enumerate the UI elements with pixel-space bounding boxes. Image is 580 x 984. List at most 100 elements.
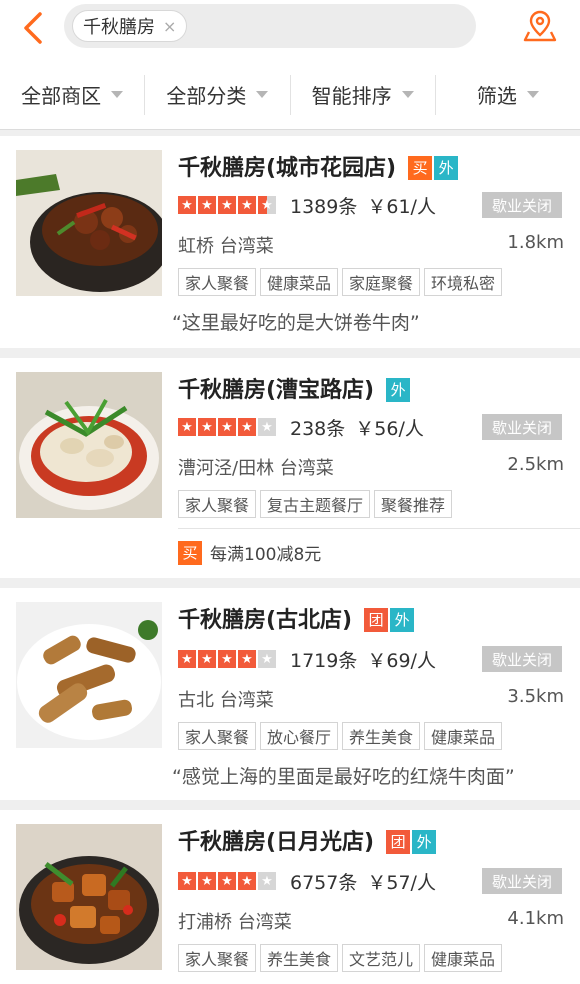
filter-area[interactable]: 全部商区 xyxy=(0,75,144,115)
restaurant-card[interactable]: 千秋膳房(古北店) 团外 ★ ★ ★ ★ ★ 1719条 ￥69/人 歇业关闭 古北 台湾… xyxy=(0,588,580,800)
search-tag[interactable]: 千秋膳房 × xyxy=(72,10,188,42)
distance: 3.5km xyxy=(507,686,564,707)
dish-photo xyxy=(16,150,162,296)
dish-photo xyxy=(16,372,162,518)
star-icon: ★ xyxy=(198,650,216,668)
avg-price: ￥61/人 xyxy=(367,195,436,218)
star-icon: ★ xyxy=(198,418,216,436)
takeout-badge: 外 xyxy=(386,377,411,402)
star-rating: ★ ★ ★ ★ ★ xyxy=(178,650,278,668)
tag-chip[interactable]: 家人聚餐 xyxy=(178,490,257,518)
restaurant-name[interactable]: 千秋膳房(古北店) 团外 xyxy=(178,602,415,634)
star-rating: ★ ★ ★ ★ ★ xyxy=(178,872,278,890)
star-half-icon: ★ xyxy=(258,196,276,214)
avg-price: ￥57/人 xyxy=(367,871,436,894)
clear-tag-icon[interactable]: × xyxy=(163,17,176,36)
tag-list: 家人聚餐 放心餐厅 养生美食 健康菜品 xyxy=(178,722,506,750)
star-icon: ★ xyxy=(178,650,196,668)
status-badge: 歇业关闭 xyxy=(482,646,562,672)
chevron-down-icon xyxy=(256,91,269,98)
area-cuisine: 虹桥 台湾菜 xyxy=(178,236,274,257)
star-icon: ★ xyxy=(238,872,256,890)
chevron-down-icon xyxy=(401,91,414,98)
promo-row[interactable]: 买 每满100减8元 xyxy=(178,540,321,565)
filter-sort[interactable]: 智能排序 xyxy=(289,74,435,115)
avg-price: ￥69/人 xyxy=(367,649,436,672)
filter-category[interactable]: 全部分类 xyxy=(144,74,289,115)
search-box[interactable]: 千秋膳房 × xyxy=(64,4,476,48)
star-icon: ★ xyxy=(178,872,196,890)
tag-chip[interactable]: 健康菜品 xyxy=(424,722,503,750)
tag-chip[interactable]: 家庭聚餐 xyxy=(342,268,421,296)
star-icon: ★ xyxy=(178,196,196,214)
restaurant-card[interactable]: 千秋膳房(漕宝路店) 外 ★ ★ ★ ★ ★ 238条 ￥56/人 歇业关闭 漕河泾/田林… xyxy=(0,358,580,578)
status-badge: 歇业关闭 xyxy=(482,192,562,218)
star-icon: ★ xyxy=(198,872,216,890)
distance: 1.8km xyxy=(507,232,564,253)
rating-row: ★ ★ ★ ★ ★ 238条 ￥56/人 xyxy=(178,414,424,440)
tag-chip[interactable]: 养生美食 xyxy=(342,722,421,750)
review-count: 6757条 xyxy=(290,871,358,894)
filter-category-label: 全部分类 xyxy=(166,84,247,108)
review-count: 1389条 xyxy=(290,195,358,218)
area-cuisine: 打浦桥 台湾菜 xyxy=(178,912,292,933)
rating-row: ★ ★ ★ ★ ★ 1719条 ￥69/人 xyxy=(178,646,436,672)
restaurant-name-text: 千秋膳房(漕宝路店) xyxy=(178,378,375,403)
distance: 2.5km xyxy=(507,454,564,475)
avg-price: ￥56/人 xyxy=(355,417,424,440)
star-icon: ★ xyxy=(218,418,236,436)
buy-badge: 买 xyxy=(408,155,433,180)
restaurant-name-text: 千秋膳房(日月光店) xyxy=(178,830,375,855)
filter-sort-label: 智能排序 xyxy=(311,84,392,108)
dish-photo xyxy=(16,824,162,970)
takeout-badge: 外 xyxy=(434,155,459,180)
tag-chip[interactable]: 家人聚餐 xyxy=(178,722,257,750)
filter-area-label: 全部商区 xyxy=(21,84,102,108)
tag-chip[interactable]: 养生美食 xyxy=(260,944,339,972)
tag-list: 家人聚餐 复古主题餐厅 聚餐推荐 xyxy=(178,490,456,518)
tag-chip[interactable]: 放心餐厅 xyxy=(260,722,339,750)
tag-chip[interactable]: 健康菜品 xyxy=(260,268,339,296)
restaurant-name[interactable]: 千秋膳房(日月光店) 团外 xyxy=(178,824,437,856)
star-rating: ★ ★ ★ ★ ★ xyxy=(178,196,278,214)
promo-text: 每满100减8元 xyxy=(210,545,322,565)
search-tag-label: 千秋膳房 xyxy=(83,17,155,38)
tag-chip[interactable]: 聚餐推荐 xyxy=(374,490,453,518)
star-empty-icon: ★ xyxy=(258,872,276,890)
filter-more[interactable]: 筛选 xyxy=(434,74,580,115)
group-buy-badge: 团 xyxy=(364,607,389,632)
tag-chip[interactable]: 健康菜品 xyxy=(424,944,503,972)
distance: 4.1km xyxy=(507,908,564,929)
tag-chip[interactable]: 文艺范儿 xyxy=(342,944,421,972)
restaurant-name-text: 千秋膳房(古北店) xyxy=(178,608,353,633)
star-icon: ★ xyxy=(218,650,236,668)
star-icon: ★ xyxy=(218,196,236,214)
tag-chip[interactable]: 复古主题餐厅 xyxy=(260,490,371,518)
filter-more-label: 筛选 xyxy=(476,84,517,108)
filter-bar: 全部商区 全部分类 智能排序 筛选 xyxy=(0,60,580,130)
status-badge: 歇业关闭 xyxy=(482,414,562,440)
map-location-icon[interactable] xyxy=(522,8,558,44)
restaurant-card[interactable]: 千秋膳房(日月光店) 团外 ★ ★ ★ ★ ★ 6757条 ￥57/人 歇业关闭 打浦桥 … xyxy=(0,810,580,984)
tag-chip[interactable]: 环境私密 xyxy=(424,268,503,296)
star-icon: ★ xyxy=(238,650,256,668)
back-arrow-icon[interactable] xyxy=(14,6,54,46)
tag-chip[interactable]: 家人聚餐 xyxy=(178,944,257,972)
restaurant-name[interactable]: 千秋膳房(漕宝路店) 外 xyxy=(178,372,411,404)
rating-row: ★ ★ ★ ★ ★ 6757条 ￥57/人 xyxy=(178,868,436,894)
divider xyxy=(178,528,580,529)
group-buy-badge: 团 xyxy=(386,829,411,854)
tag-chip[interactable]: 家人聚餐 xyxy=(178,268,257,296)
status-badge: 歇业关闭 xyxy=(482,868,562,894)
star-icon: ★ xyxy=(238,196,256,214)
area-cuisine: 古北 台湾菜 xyxy=(178,690,274,711)
restaurant-card[interactable]: 千秋膳房(城市花园店) 买外 ★ ★ ★ ★ ★ 1389条 ￥61/人 歇业关闭 虹桥 … xyxy=(0,136,580,348)
takeout-badge: 外 xyxy=(412,829,437,854)
restaurant-name-text: 千秋膳房(城市花园店) xyxy=(178,156,397,181)
buy-badge: 买 xyxy=(178,540,202,565)
area-cuisine: 漕河泾/田林 台湾菜 xyxy=(178,458,334,479)
review-quote: “感觉上海的里面是最好吃的红烧牛肉面” xyxy=(172,766,515,788)
restaurant-name[interactable]: 千秋膳房(城市花园店) 买外 xyxy=(178,150,459,182)
star-icon: ★ xyxy=(178,418,196,436)
star-rating: ★ ★ ★ ★ ★ xyxy=(178,418,278,436)
